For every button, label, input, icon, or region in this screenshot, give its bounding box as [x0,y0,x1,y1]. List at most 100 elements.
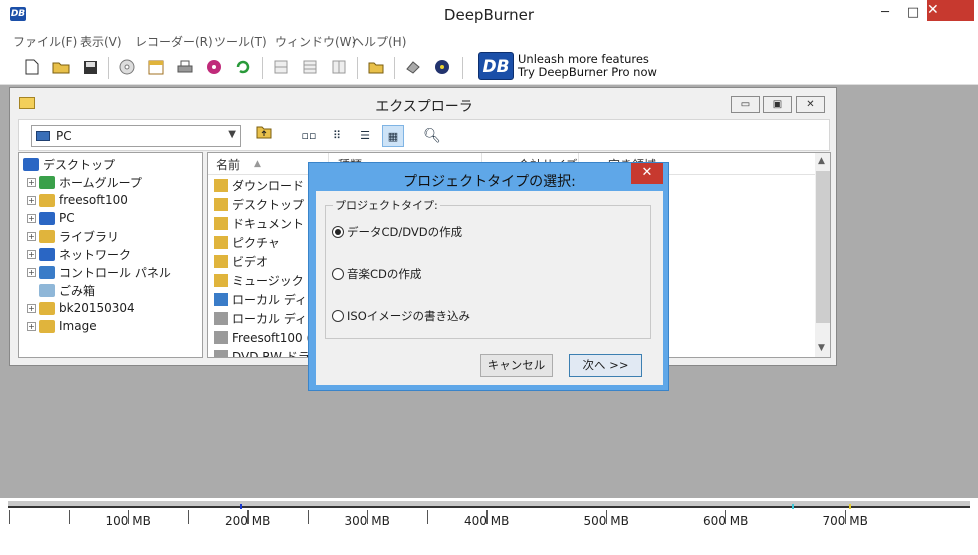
scroll-up-icon[interactable]: ▲ [818,156,825,166]
open-folder-icon[interactable] [51,57,71,77]
expand-icon[interactable]: + [27,303,36,313]
explorer-minimize-button[interactable]: ▭ [731,96,760,113]
address-combo[interactable]: PC ▼ [31,125,241,147]
radio-label[interactable]: ISOイメージの書き込み [347,308,470,324]
layout-1-icon[interactable] [271,57,291,77]
details-view-icon[interactable]: ▦ [382,125,404,147]
ruler-label: 400 MB [464,514,510,528]
promo-line-2[interactable]: Try DeepBurner Pro now [518,65,657,79]
file-row[interactable]: ドキュメント [214,214,304,233]
menu-view[interactable]: 表示(V) [80,33,122,50]
radio-iso-image[interactable]: ISOイメージの書き込み [332,308,470,324]
radio-icon[interactable] [332,310,344,322]
file-row-label: ビデオ [232,255,269,269]
explorer-restore-button[interactable]: ▣ [763,96,792,113]
ruler-label: 200 MB [225,514,271,528]
next-button[interactable]: 次へ >> [569,354,642,377]
file-row[interactable]: ビデオ [214,252,268,271]
tree-item[interactable]: + コントロール パネル [27,263,171,281]
radio-audio-cd[interactable]: 音楽CDの作成 [332,266,421,282]
file-row-icon [214,236,228,249]
dialog-close-button[interactable]: ✕ [631,163,663,184]
file-row[interactable]: ピクチャ [214,233,280,252]
tree-item[interactable]: + ホームグループ [27,173,142,191]
minimize-button[interactable]: ─ [872,4,898,24]
capacity-ruler: 100 MB 200 MB 300 MB 400 MB 500 MB 600 MB 700 … [8,498,970,555]
tree-item[interactable]: + Image [27,317,97,335]
menu-window[interactable]: ウィンドウ(W) [275,33,356,50]
tree-item[interactable]: + freesoft100 [27,191,128,209]
new-file-icon[interactable] [22,57,42,77]
file-row[interactable]: ダウンロード [214,176,304,195]
folder-icon[interactable] [366,57,386,77]
layout-3-icon[interactable] [329,57,349,77]
list-view-icon[interactable]: ☰ [354,125,376,147]
layout-2-icon[interactable] [300,57,320,77]
radio-icon[interactable] [332,226,344,238]
up-folder-icon[interactable] [253,125,275,147]
tree-item-icon [39,175,55,189]
radio-label[interactable]: 音楽CDの作成 [347,266,421,282]
ruler-label: 100 MB [105,514,151,528]
file-row[interactable]: ミュージック [214,271,304,290]
cancel-button[interactable]: キャンセル [480,354,553,377]
file-row-label: ドキュメント [232,217,305,231]
search-icon[interactable]: 🔍︎ [421,125,443,147]
expand-icon[interactable]: + [27,267,36,277]
small-icons-view-icon[interactable]: ⠿ [326,125,348,147]
disc-icon[interactable] [117,57,137,77]
ruler-label: 600 MB [703,514,749,528]
promo-line-1[interactable]: Unleash more features [518,52,649,66]
radio-icon[interactable] [332,268,344,280]
file-row[interactable]: DVD RW ドライ [214,347,322,357]
tree-item[interactable]: + ネットワーク [27,245,131,263]
explorer-close-button[interactable]: ✕ [796,96,825,113]
maximize-button[interactable]: □ [900,4,926,24]
menu-tools[interactable]: ツール(T) [214,33,267,50]
menu-recorder[interactable]: レコーダー(R) [135,33,213,50]
calendar-icon[interactable] [146,57,166,77]
scroll-thumb[interactable] [816,171,830,323]
expand-icon[interactable]: + [27,231,36,241]
print-icon[interactable] [175,57,195,77]
refresh-icon[interactable] [233,57,253,77]
tree-item[interactable]: デスクトップ [23,155,115,173]
file-row-label: Freesoft100 ( [232,330,312,345]
cd-burn-icon[interactable] [204,57,224,77]
ruler-tick [188,510,190,524]
column-name[interactable]: 名前 [216,156,240,173]
folder-tree: デスクトップ + ホームグループ + freesoft100 + PC + ライブラリ + ネットワ… [18,152,203,358]
dialog-body: プロジェクトタイプ: データCD/DVDの作成 音楽CDの作成 ISOイメージの… [316,191,663,385]
ruler-tick [9,510,10,524]
pro-logo[interactable]: DB [478,52,514,80]
expand-icon[interactable]: + [27,213,36,223]
large-icons-view-icon[interactable]: ▫▫ [298,125,320,147]
disc-info-icon[interactable] [432,57,452,77]
address-value: PC [56,129,72,143]
close-button[interactable]: ✕ [927,0,974,21]
tree-item[interactable]: + bk20150304 [27,299,135,317]
expand-icon[interactable]: + [27,249,36,259]
expand-icon[interactable]: + [27,321,36,331]
expand-icon[interactable]: + [27,177,36,187]
scroll-down-icon[interactable]: ▼ [818,343,825,353]
file-row[interactable]: デスクトップ [214,195,304,214]
radio-label[interactable]: データCD/DVDの作成 [347,224,462,240]
tree-item-icon [39,283,55,297]
file-row-icon [214,274,228,287]
eraser-icon[interactable] [403,57,423,77]
file-row[interactable]: Freesoft100 ( [214,328,311,347]
menu-help[interactable]: ヘルプ(H) [352,33,406,50]
tree-item[interactable]: + PC [27,209,75,227]
expand-icon[interactable]: + [27,195,36,205]
tree-item-icon [39,301,55,315]
save-icon[interactable] [80,57,100,77]
tree-item[interactable]: ごみ箱 [27,281,95,299]
tree-item[interactable]: + ライブラリ [27,227,119,245]
file-row-icon [214,331,228,344]
radio-data-disc[interactable]: データCD/DVDの作成 [332,224,462,240]
vertical-scrollbar[interactable]: ▲ ▼ [815,153,830,357]
menu-file[interactable]: ファイル(F) [13,33,77,50]
project-type-dialog: プロジェクトタイプの選択: ✕ プロジェクトタイプ: データCD/DVDの作成 … [308,162,669,391]
chevron-down-icon[interactable]: ▼ [228,129,236,140]
